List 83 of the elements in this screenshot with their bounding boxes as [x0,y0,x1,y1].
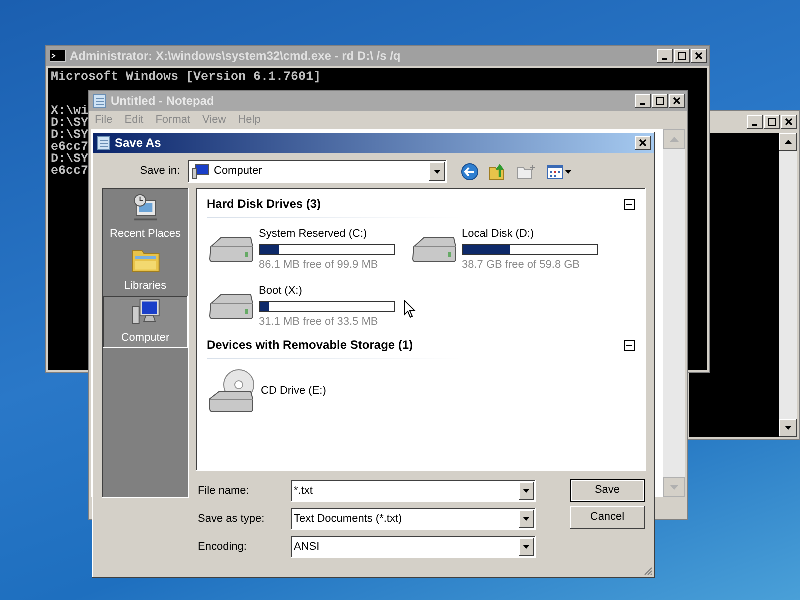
console-line: D:\SY [51,153,89,165]
minimize-button[interactable] [635,94,651,108]
up-arrow-icon [670,136,678,142]
mouse-pointer-icon [404,300,416,319]
console-line: X:\wi [51,105,89,117]
collapse-icon[interactable] [624,340,635,350]
maximize-icon [768,118,776,126]
dropdown-arrow-button[interactable] [519,538,534,556]
dropdown-arrow-button[interactable] [429,162,445,181]
notepad-icon [93,93,107,109]
save-in-dropdown[interactable]: Computer [188,160,447,183]
maximize-button[interactable] [764,115,780,129]
dialog-title: Save As [115,135,162,152]
places-item[interactable]: Libraries [103,244,188,296]
dialog-button[interactable]: Cancel [570,506,645,529]
drive-name[interactable]: CD Drive (E:) [261,382,326,400]
places-label: Recent Places [110,226,181,242]
places-label: Libraries [124,278,167,294]
collapse-icon[interactable] [624,198,635,210]
scrollbar[interactable] [663,129,685,497]
console-icon [50,50,66,62]
dropdown-arrow-button[interactable] [519,510,534,528]
views-menu-button[interactable] [547,164,572,178]
drive-name[interactable]: System Reserved (C:) [259,226,395,242]
close-icon [639,139,647,147]
field-label: File name: [197,484,250,499]
combo-box[interactable]: *.txt [291,480,536,502]
hard-drive-icon [207,292,255,322]
back-icon[interactable] [461,162,479,180]
console-line: Microsoft Windows [Version 6.1.7601] [51,71,322,83]
caret-icon [523,517,530,521]
combo-box[interactable]: ANSI [291,536,536,558]
close-icon [673,97,681,105]
console-line: e6cc7 [51,141,89,153]
maximize-icon [656,97,664,105]
free-space-text: 31.1 MB free of 33.5 MB [259,314,380,330]
scrollbar[interactable] [779,133,797,437]
caret-icon [784,426,792,430]
group-header: Hard Disk Drives (3) [207,196,322,213]
close-button[interactable] [669,94,685,108]
maximize-button[interactable] [652,94,668,108]
dropdown-arrow-button[interactable] [519,482,534,500]
close-button[interactable] [781,115,797,129]
minimize-button[interactable] [747,115,763,129]
caret-icon [565,170,572,174]
up-arrow-icon [784,140,792,144]
close-button[interactable] [691,49,707,63]
caret-icon [523,545,530,549]
dialog-button[interactable]: Save [570,479,645,502]
console-line: D:\SY [51,129,89,141]
caret-icon [434,170,440,174]
computer-icon [192,164,210,180]
free-space-text: 38.7 GB free of 59.8 GB [462,258,582,272]
resize-grip-icon[interactable] [643,566,653,576]
combo-box[interactable]: Text Documents (*.txt) [291,508,536,530]
close-icon [695,52,703,60]
minimize-button[interactable] [657,49,673,63]
drive-name[interactable]: Boot (X:) [259,283,395,300]
views-icon [547,164,563,178]
drive-name[interactable]: Local Disk (D:) [462,226,598,242]
places-item[interactable]: Recent Places [103,192,188,244]
field-label: Encoding: [197,540,248,555]
hard-drive-icon [207,234,255,264]
up-folder-icon[interactable] [489,162,507,180]
console-line: D:\SY [51,117,89,129]
down-arrow-icon [670,484,678,490]
close-button[interactable] [635,136,651,150]
free-space-text: 86.1 MB free of 99.9 MB [259,258,380,272]
cd-drive-icon [207,367,257,415]
group-header: Devices with Removable Storage (1) [207,337,414,354]
console-line: e6cc7 [51,165,89,177]
maximize-icon [678,52,686,60]
new-folder-icon[interactable] [517,162,537,180]
notepad-icon [97,135,111,151]
hard-drive-icon [410,234,458,264]
close-icon [785,118,793,126]
maximize-button[interactable] [674,49,690,63]
save-in-label: Save in: [139,164,181,180]
window-title: Administrator: X:\windows\system32\cmd.exe - rd D:\ /s /q [70,48,402,65]
field-label: Save as type: [197,512,266,527]
caret-icon [523,489,530,493]
window-title: Untitled - Notepad [111,93,216,110]
places-label: Computer [121,330,170,346]
